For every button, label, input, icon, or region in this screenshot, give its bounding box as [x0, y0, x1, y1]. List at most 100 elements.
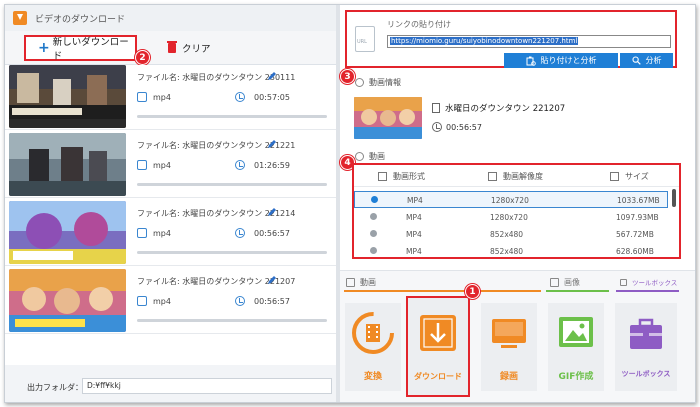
clock-icon: [235, 228, 245, 238]
edit-pencil-icon[interactable]: [267, 207, 277, 217]
app-window: ビデオのダウンロード + 新しいダウンロード 2 クリア ファイル名: 水曜日の…: [4, 4, 696, 403]
format-row[interactable]: MP4 852x480 628.60MB: [354, 243, 668, 257]
tab-toolbox[interactable]: ツールボックス: [620, 277, 677, 287]
duration-text: 00:56:57: [254, 228, 290, 238]
edit-pencil-icon[interactable]: [267, 71, 277, 81]
resolution-header-label: 動画解像度: [503, 172, 543, 181]
format-info: mp4: [137, 228, 171, 238]
format-row[interactable]: MP4 1280x720 1097.93MB: [354, 209, 668, 226]
output-bar: 出力フォルダ： D:¥ff¥kkj: [5, 370, 336, 402]
download-arrow-icon: [416, 311, 460, 355]
record-tool-button[interactable]: 録画: [481, 303, 537, 391]
format-info: mp4: [137, 92, 171, 102]
paste-icon: [526, 56, 536, 66]
tools-panel: 動画 画像 ツールボックス 変換 ダウンロード 1 録画 GIF作成 ツールボッ…: [340, 270, 695, 402]
clear-button[interactable]: クリア: [167, 41, 211, 55]
video-title-text: 水曜日のダウンタウン 221207: [445, 104, 566, 114]
format-table: 動画形式 動画解像度 サイズ MP4 1280x720 1033.67MB MP…: [352, 163, 681, 259]
clock-icon: [235, 92, 245, 102]
step-badge-3: 3: [340, 69, 355, 84]
toolbox-tab-icon: [620, 278, 627, 286]
duration-text: 01:26:59: [254, 160, 290, 170]
download-tool-button[interactable]: ダウンロード: [406, 296, 470, 397]
gif-tool-button[interactable]: GIF作成: [548, 303, 604, 391]
video-info-duration: 00:56:57: [432, 122, 482, 132]
row-resolution: 1280x720: [490, 213, 528, 222]
video-info-header: 動画情報: [355, 77, 401, 88]
toolbox-tool-button[interactable]: ツールボックス: [615, 303, 677, 391]
format-text: mp4: [153, 296, 171, 306]
new-download-button[interactable]: + 新しいダウンロード: [24, 35, 137, 62]
title-bar: ビデオのダウンロード: [5, 5, 340, 31]
record-label: 録画: [499, 372, 518, 382]
download-list: ファイル名: 水曜日のダウンタウン 230111 mp4 00:57:05 ファ…: [5, 65, 336, 365]
progress-bar: [137, 115, 327, 118]
trash-icon: [167, 41, 177, 53]
step-badge-1: 1: [465, 284, 480, 299]
link-paste-label: リンクの貼り付け: [387, 20, 451, 29]
paste-and-analyze-button[interactable]: 貼り付けと分析: [504, 53, 618, 68]
progress-bar: [137, 319, 327, 322]
download-item[interactable]: ファイル名: 水曜日のダウンタウン 230111 mp4 00:57:05: [5, 65, 336, 135]
format-row[interactable]: MP4 1280x720 1033.67MB: [354, 191, 668, 208]
duration-text: 00:56:57: [254, 296, 290, 306]
video-thumbnail: [9, 65, 126, 128]
progress-bar: [137, 183, 327, 186]
radio-icon: [370, 247, 377, 254]
video-thumbnail: [9, 201, 126, 264]
edit-pencil-icon[interactable]: [267, 139, 277, 149]
progress-bar: [137, 251, 327, 254]
edit-pencil-icon[interactable]: [267, 275, 277, 285]
clock-icon: [235, 160, 245, 170]
app-download-icon: [13, 11, 27, 25]
url-doc-icon: [355, 26, 375, 52]
output-folder-label: 出力フォルダ：: [27, 383, 83, 392]
radio-icon: [370, 230, 377, 237]
resolution-column-icon: [488, 172, 497, 181]
row-divider: [5, 129, 336, 130]
document-icon: [432, 103, 440, 113]
row-divider: [5, 333, 336, 334]
row-size: 1033.67MB: [617, 196, 660, 205]
app-title: ビデオのダウンロード: [35, 14, 126, 25]
row-size: 567.72MB: [616, 230, 654, 239]
search-icon: [631, 56, 641, 65]
video-tab-icon: [346, 278, 355, 287]
format-scrollbar[interactable]: [672, 189, 676, 207]
video-format-icon: [137, 160, 147, 170]
row-size: 628.60MB: [616, 247, 654, 256]
tab-image-label: 画像: [564, 278, 580, 287]
output-folder-field[interactable]: D:¥ff¥kkj: [82, 378, 332, 394]
download-item[interactable]: ファイル名: 水曜日のダウンタウン 221214 mp4 00:56:57: [5, 201, 336, 271]
format-text: mp4: [153, 160, 171, 170]
row-divider: [5, 265, 336, 266]
url-input[interactable]: https://miomio.guru/suiyobinodowntown221…: [387, 35, 671, 48]
plus-icon: +: [38, 40, 50, 56]
duration-info: 00:57:05: [235, 92, 290, 102]
video-section-icon: [355, 152, 364, 161]
toolbox-briefcase-icon: [624, 311, 668, 355]
download-item[interactable]: ファイル名: 水曜日のダウンタウン 221221 mp4 01:26:59: [5, 133, 336, 203]
radio-selected-icon: [371, 196, 378, 203]
format-info: mp4: [137, 160, 171, 170]
analyze-button[interactable]: 分析: [620, 53, 673, 68]
tab-video[interactable]: 動画: [346, 277, 376, 288]
toolbar: + 新しいダウンロード 2 クリア: [5, 31, 340, 65]
convert-tool-button[interactable]: 変換: [345, 303, 401, 391]
download-item[interactable]: ファイル名: 水曜日のダウンタウン 221207 mp4 00:56:57: [5, 269, 336, 339]
tab-image[interactable]: 画像: [550, 277, 580, 288]
video-info-title: 動画情報: [369, 78, 401, 87]
convert-film-icon: [351, 311, 395, 355]
clock-icon: [432, 122, 442, 132]
convert-label: 変換: [363, 372, 382, 382]
format-header-label: 動画形式: [393, 172, 425, 181]
row-format: MP4: [406, 247, 422, 256]
row-resolution: 852x480: [490, 230, 524, 239]
duration-text: 00:57:05: [254, 92, 290, 102]
size-column-header: サイズ: [610, 171, 649, 182]
toolbox-label: ツールボックス: [621, 370, 671, 378]
format-table-header: 動画形式 動画解像度 サイズ: [354, 165, 679, 187]
gif-label: GIF作成: [558, 372, 594, 382]
row-format: MP4: [406, 230, 422, 239]
format-row[interactable]: MP4 852x480 567.72MB: [354, 226, 668, 243]
